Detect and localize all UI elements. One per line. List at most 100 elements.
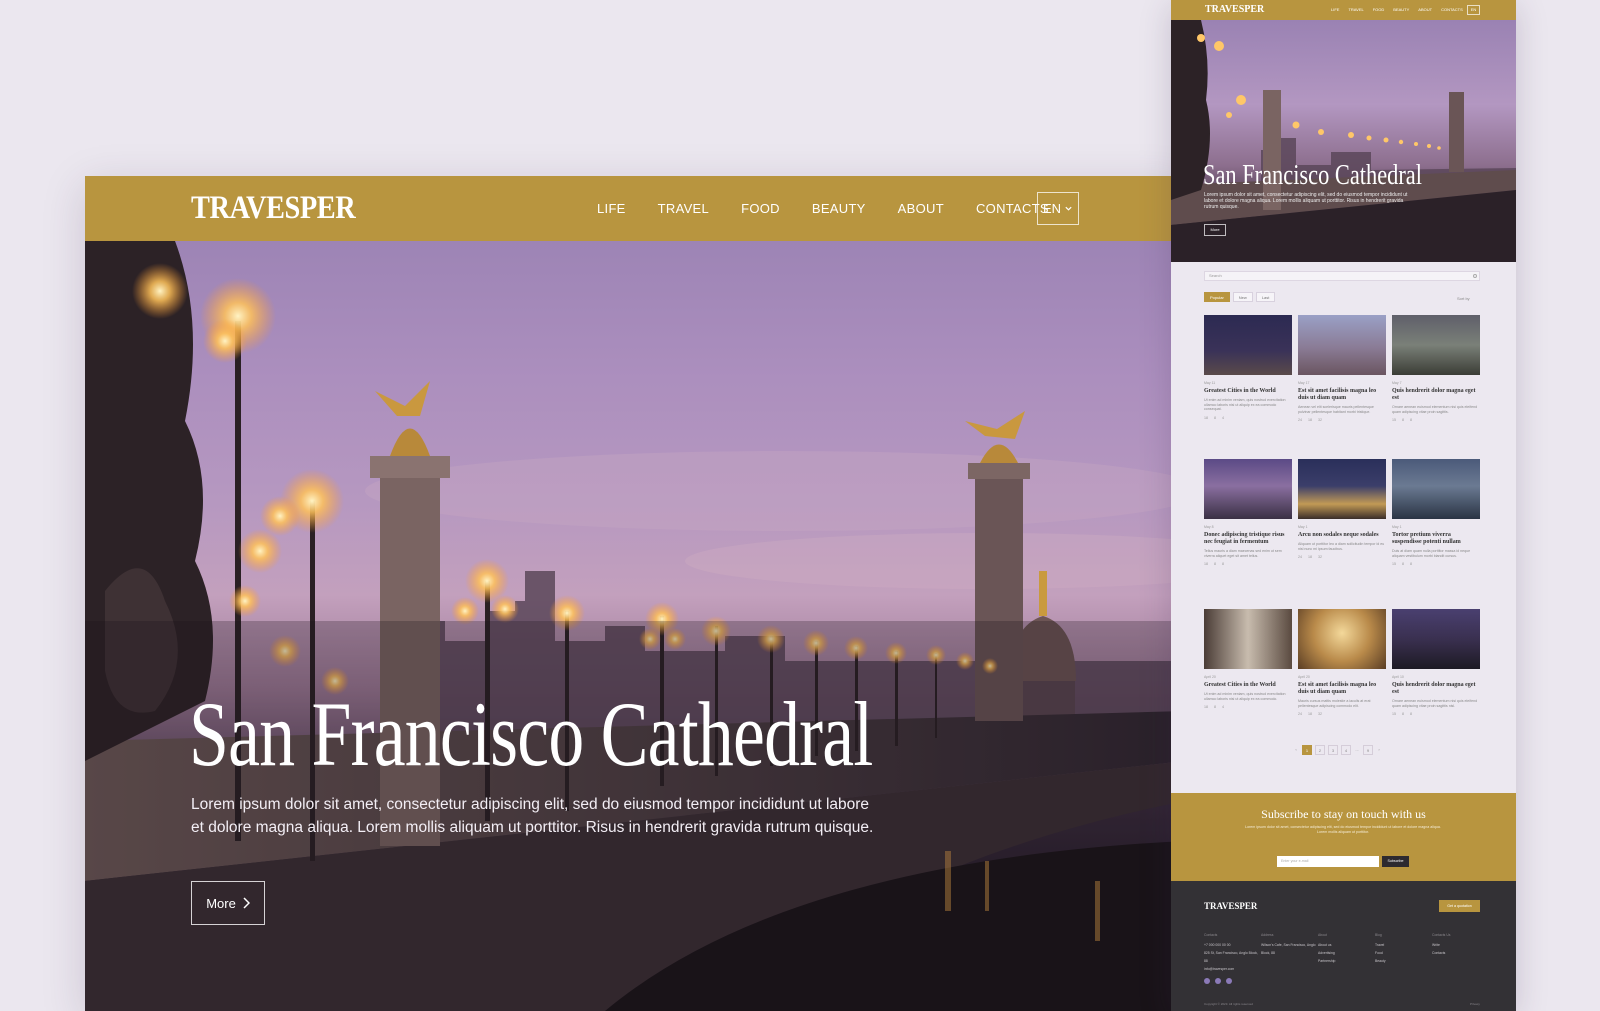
mini-search-input[interactable]: Search [1204,271,1480,281]
article-date: May 1 [1298,525,1308,529]
search-icon [1473,274,1477,278]
mini-nav-travel[interactable]: TRAVEL [1348,7,1363,12]
pager-next[interactable]: › [1376,745,1382,755]
article-image [1298,315,1386,375]
comments-count: 8 [1402,712,1404,716]
shares-count: 8 [1410,712,1412,716]
privacy-link[interactable]: Privacy [1470,1002,1480,1006]
nav-travel[interactable]: TRAVEL [658,201,709,216]
mini-nav-food[interactable]: FOOD [1373,7,1385,12]
pager-page-3[interactable]: 3 [1328,745,1338,755]
article-image [1204,315,1292,375]
hero-section: San Francisco Cathedral Lorem ipsum dolo… [85,241,1185,1011]
footer-link[interactable]: Contacts [1432,949,1489,957]
mini-brand-logo[interactable]: TRAVESPER [1205,4,1264,15]
footer-link[interactable]: Travel [1375,941,1432,949]
filter-last[interactable]: Last [1255,292,1276,302]
pager-page-4[interactable]: 4 [1341,745,1351,755]
article-card[interactable]: May 1 Arcu non sodales neque sodales Ali… [1298,459,1386,559]
article-card[interactable]: April 20 Greatest Cities in the World Ut… [1204,609,1292,709]
footer-link[interactable]: Advertising [1318,949,1375,957]
more-button[interactable]: More [191,881,265,925]
pager-page-1[interactable]: 1 [1302,745,1312,755]
footer-link[interactable]: Write [1432,941,1489,949]
article-date: April 20 [1204,675,1216,679]
email-field[interactable]: Enter your e-mail [1277,856,1379,867]
article-excerpt: Duis at diam quam nulla porttitor massa … [1392,549,1471,558]
subscribe-button[interactable]: Subscribe [1382,856,1409,867]
mini-hero: San Francisco Cathedral Lorem ipsum dolo… [1171,20,1516,262]
article-title: Est sit amet facilisis magna leo duis ut… [1298,388,1377,401]
brand-logo[interactable]: TRAVESPER [191,190,356,227]
footer-brand-logo[interactable]: TRAVESPER [1204,901,1257,911]
pagination: ‹ 1 2 3 4 ... 9 › [1293,745,1382,755]
footer-link[interactable]: Food [1375,949,1432,957]
main-nav: LIFE TRAVEL FOOD BEAUTY ABOUT CONTACTS [597,176,1081,241]
language-select[interactable]: EN [1037,192,1079,225]
shares-count: 32 [1318,712,1322,716]
pager-ellipsis: ... [1355,747,1359,752]
article-excerpt: Mauris cursus mattis molestie a iaculis … [1298,699,1371,708]
article-card[interactable]: May 7 Quis hendrerit dolor magna eget es… [1392,315,1480,422]
article-card[interactable]: April 20 Est sit amet facilisis magna le… [1298,609,1386,716]
pager-page-2[interactable]: 2 [1315,745,1325,755]
footer-link[interactable]: Beauty [1375,957,1432,965]
footer-heading: About [1318,933,1327,937]
filter-new[interactable]: New [1232,292,1253,302]
comments-count: 8 [1214,415,1216,420]
youtube-icon[interactable] [1226,978,1232,984]
article-meta: 18 8 8 [1204,562,1292,566]
likes-count: 15 [1392,562,1396,566]
telegram-icon[interactable] [1204,978,1210,984]
mini-nav-contacts[interactable]: CONTACTS [1441,7,1463,12]
footer-item[interactable]: info@travesper.com [1204,965,1261,973]
chevron-down-icon [1065,206,1072,211]
likes-count: 24 [1298,712,1302,716]
article-card[interactable]: April 10 Quis hendrerit dolor magna eget… [1392,609,1480,716]
footer-heading: Contacts [1204,933,1218,937]
nav-beauty[interactable]: BEAUTY [812,201,866,216]
article-card[interactable]: May 8 Donec adipiscing tristique risus n… [1204,459,1292,566]
mini-nav-beauty[interactable]: BEAUTY [1393,7,1409,12]
pager-prev[interactable]: ‹ [1293,745,1299,755]
article-date: May 17 [1298,381,1310,385]
footer-link[interactable]: About us [1318,941,1375,949]
pager-page-9[interactable]: 9 [1363,745,1373,755]
mini-nav: LIFE TRAVEL FOOD BEAUTY ABOUT CONTACTS [1331,7,1463,12]
comments-count: 8 [1402,418,1404,422]
article-title: Est sit amet facilisis magna leo duis ut… [1298,682,1377,695]
article-card[interactable]: May 17 Est sit amet facilisis magna leo … [1298,315,1386,422]
footer-link[interactable]: Partnership [1318,957,1375,965]
subscribe-section: Subscribe to stay on touch with us Lorem… [1171,793,1516,881]
likes-count: 15 [1392,712,1396,716]
filter-popular[interactable]: Popular [1204,292,1230,302]
sort-dropdown[interactable]: Sort by [1457,296,1470,301]
mini-hero-description: Lorem ipsum dolor sit amet, consectetur … [1204,192,1408,210]
article-title: Arcu non sodales neque sodales [1298,532,1379,538]
likes-count: 24 [1298,555,1302,559]
nav-about[interactable]: ABOUT [898,201,944,216]
quotation-button[interactable]: Get a quotation [1439,900,1480,912]
mini-nav-about[interactable]: ABOUT [1418,7,1432,12]
site-footer: TRAVESPER Get a quotation Contacts +7 00… [1171,881,1516,1011]
article-image [1392,609,1480,669]
mini-header: TRAVESPER LIFE TRAVEL FOOD BEAUTY ABOUT … [1171,0,1516,20]
article-image [1204,609,1292,669]
nav-life[interactable]: LIFE [597,201,626,216]
site-header: TRAVESPER LIFE TRAVEL FOOD BEAUTY ABOUT … [85,176,1185,241]
nav-food[interactable]: FOOD [741,201,780,216]
article-card[interactable]: May 11 Greatest Cities in the World Ut e… [1204,315,1292,420]
main-page-preview: TRAVESPER LIFE TRAVEL FOOD BEAUTY ABOUT … [85,176,1185,1011]
mini-nav-life[interactable]: LIFE [1331,7,1339,12]
article-image [1298,609,1386,669]
mini-language-select[interactable]: EN [1467,5,1480,15]
instagram-icon[interactable] [1215,978,1221,984]
copyright-text: Copyright © 2023. All rights reserved [1204,1002,1253,1006]
article-title: Quis hendrerit dolor magna eget est [1392,388,1476,401]
mini-more-button[interactable]: More [1204,224,1226,236]
footer-column: Contacts +7 000 000 00 00 825 St, San Fr… [1204,933,1261,973]
comments-count: 8 [1214,705,1216,709]
comments-count: 18 [1308,712,1312,716]
article-meta: 24 18 32 [1298,418,1386,422]
article-card[interactable]: May 1 Tortor pretium viverra suspendisse… [1392,459,1480,566]
